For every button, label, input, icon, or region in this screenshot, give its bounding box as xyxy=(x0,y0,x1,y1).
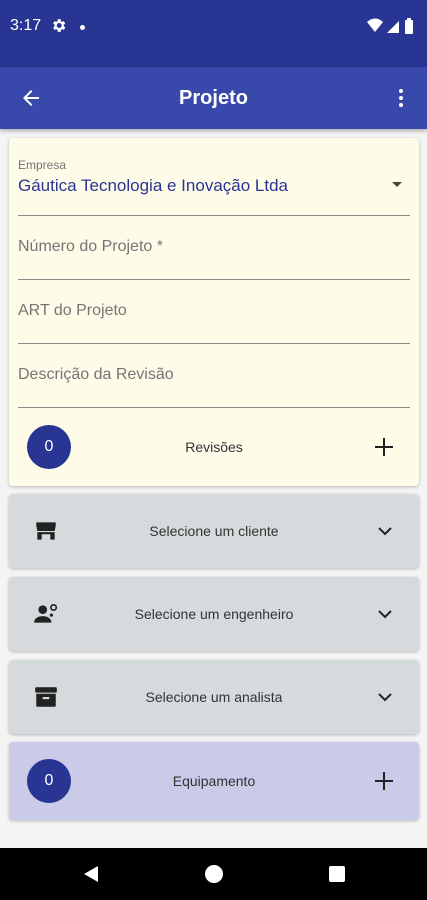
nav-recents-icon[interactable] xyxy=(329,866,345,882)
app-bar: Projeto xyxy=(0,67,427,129)
art-projeto-placeholder: ART do Projeto xyxy=(18,302,127,319)
numero-projeto-field[interactable]: Número do Projeto * xyxy=(18,222,410,280)
descricao-revisao-placeholder: Descrição da Revisão xyxy=(18,366,174,383)
analista-selector[interactable]: Selecione um analista xyxy=(9,660,419,734)
notification-dot-icon xyxy=(80,25,85,30)
system-status-icons xyxy=(367,18,413,34)
add-revisao-icon[interactable] xyxy=(375,438,393,456)
cliente-selector-label: Selecione um cliente xyxy=(149,523,279,539)
page-title: Projeto xyxy=(179,87,248,109)
empresa-select[interactable]: Empresa Gáutica Tecnologia e Inovação Lt… xyxy=(18,158,410,216)
revisoes-label: Revisões xyxy=(185,439,243,455)
chevron-down-icon xyxy=(378,610,392,619)
chevron-down-icon xyxy=(378,527,392,536)
cliente-selector[interactable]: Selecione um cliente xyxy=(9,494,419,568)
engenheiro-selector[interactable]: Selecione um engenheiro xyxy=(9,577,419,651)
project-form-card: Empresa Gáutica Tecnologia e Inovação Lt… xyxy=(9,138,419,486)
settings-icon xyxy=(53,19,66,32)
more-vert-icon[interactable] xyxy=(389,86,413,110)
dropdown-arrow-icon xyxy=(392,182,402,187)
numero-projeto-placeholder: Número do Projeto * xyxy=(18,238,163,255)
analista-selector-label: Selecione um analista xyxy=(145,689,283,705)
nav-back-icon[interactable] xyxy=(82,865,100,883)
signal-icon xyxy=(387,21,399,33)
nav-home-icon[interactable] xyxy=(205,865,223,883)
art-projeto-field[interactable]: ART do Projeto xyxy=(18,286,410,344)
empresa-label: Empresa xyxy=(18,158,67,172)
wifi-icon xyxy=(367,18,383,32)
status-time: 3:17 xyxy=(10,17,42,34)
descricao-revisao-field[interactable]: Descrição da Revisão xyxy=(18,350,410,408)
equipamento-label: Equipamento xyxy=(172,773,256,789)
revisoes-row: 0 Revisões xyxy=(9,417,419,477)
add-equipamento-icon[interactable] xyxy=(375,772,393,790)
battery-icon xyxy=(405,20,413,34)
chevron-down-icon xyxy=(378,693,392,702)
equipamento-row: 0 Equipamento xyxy=(9,751,419,811)
status-bar: 3:17 xyxy=(0,0,427,67)
equipamento-card: 0 Equipamento xyxy=(9,742,419,820)
engenheiro-selector-label: Selecione um engenheiro xyxy=(134,606,294,622)
empresa-value: Gáutica Tecnologia e Inovação Ltda xyxy=(18,176,288,195)
system-nav-bar xyxy=(0,848,427,900)
